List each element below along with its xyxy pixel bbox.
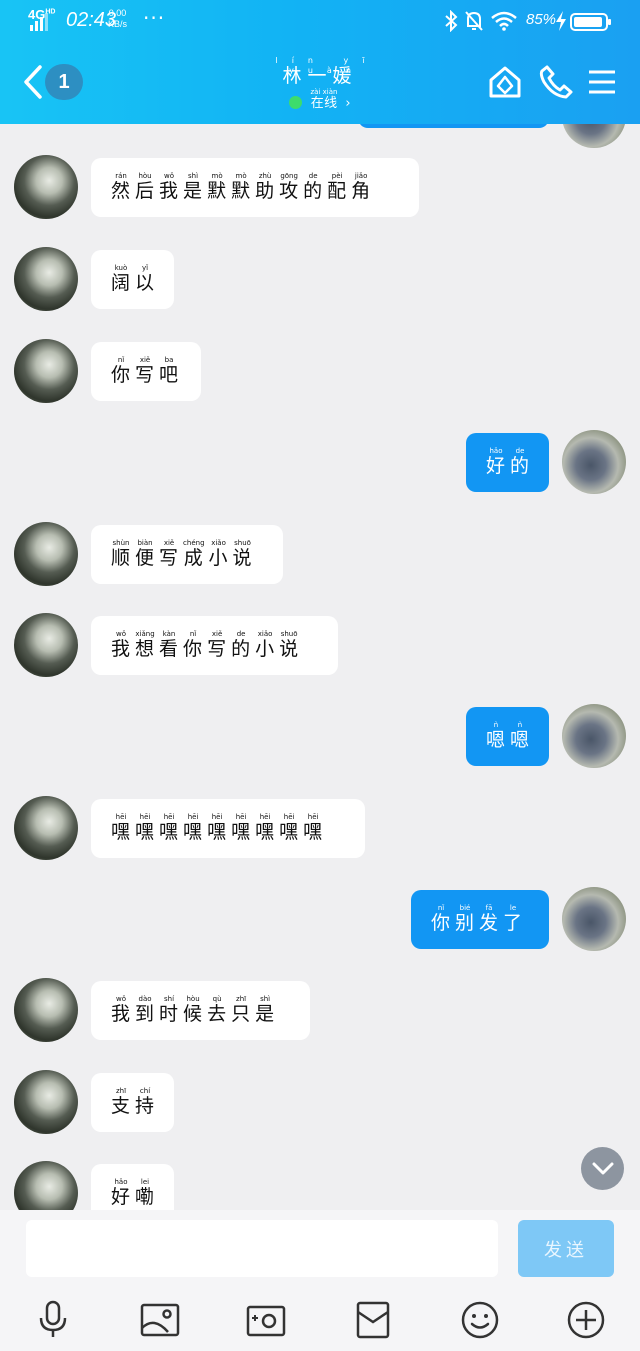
contact-avatar[interactable] bbox=[14, 522, 78, 586]
status-bar: 4GHD 02:43 0.00 KB/s ··· 85% bbox=[0, 0, 640, 40]
wifi-icon bbox=[491, 11, 517, 31]
message-text: 支zhī持chí bbox=[111, 1087, 156, 1117]
camera-button[interactable] bbox=[246, 1300, 286, 1340]
camera-icon bbox=[246, 1305, 286, 1337]
my-avatar[interactable] bbox=[562, 430, 626, 494]
battery-icon bbox=[570, 13, 611, 31]
contact-title[interactable]: lín yī yuàn 林一媛 在线zài xiàn › bbox=[250, 56, 390, 113]
scroll-to-bottom-button[interactable] bbox=[581, 1147, 624, 1190]
message-bubble[interactable]: 你nǐ写xiě吧ba bbox=[91, 342, 201, 401]
send-button[interactable]: 发送 bbox=[518, 1220, 614, 1277]
message-bubble[interactable]: 好hǎo嘞lei bbox=[91, 1164, 174, 1210]
emoji-button[interactable] bbox=[460, 1300, 500, 1340]
message-text: 好hǎo嘞lei bbox=[111, 1178, 156, 1208]
contact-avatar[interactable] bbox=[14, 1161, 78, 1210]
more-functions-button[interactable] bbox=[566, 1300, 606, 1340]
my-avatar[interactable] bbox=[562, 704, 626, 768]
network-type: 4GHD bbox=[28, 7, 56, 22]
message-text: 你nǐ写xiě吧ba bbox=[111, 356, 180, 386]
red-packet-icon bbox=[356, 1301, 390, 1339]
message-text: 好hǎo的de bbox=[486, 447, 531, 477]
smiley-icon bbox=[461, 1301, 499, 1339]
bluetooth-icon bbox=[445, 10, 458, 32]
message-list[interactable]: 然rán后hòu我wǒ是shì默mò默mò助zhù攻gōng的de配pèi角ji… bbox=[0, 124, 640, 1210]
contact-avatar[interactable] bbox=[14, 796, 78, 860]
message-text: 我wǒ想xiǎng看kàn你nǐ写xiě的de小xiǎo说shuō bbox=[111, 630, 300, 660]
message-bubble[interactable]: 支zhī持chí bbox=[91, 1073, 174, 1132]
contact-avatar[interactable] bbox=[14, 247, 78, 311]
message-bubble[interactable]: 然rán后hòu我wǒ是shì默mò默mò助zhù攻gōng的de配pèi角ji… bbox=[91, 158, 419, 217]
message-bubble[interactable]: 我wǒ到dào时shí候hòu去qù只zhī是shì bbox=[91, 981, 310, 1040]
network-speed: 0.00 KB/s bbox=[108, 8, 128, 29]
more-notifications-icon: ··· bbox=[143, 6, 166, 30]
phone-icon[interactable] bbox=[539, 64, 573, 100]
message-input[interactable] bbox=[26, 1220, 498, 1277]
contact-name: 林一媛 bbox=[282, 65, 358, 87]
contact-avatar[interactable] bbox=[14, 155, 78, 219]
previous-message-bubble[interactable] bbox=[358, 124, 549, 128]
battery-percent: 85% bbox=[526, 11, 557, 28]
chevron-right-icon: › bbox=[341, 96, 351, 111]
message-bubble[interactable]: 嗯ǹ嗯ǹ bbox=[466, 707, 549, 766]
contact-avatar[interactable] bbox=[14, 978, 78, 1042]
message-bubble[interactable]: 我wǒ想xiǎng看kàn你nǐ写xiě的de小xiǎo说shuō bbox=[91, 616, 338, 675]
message-bubble[interactable]: 嘿hēi嘿hēi嘿hēi嘿hēi嘿hēi嘿hēi嘿hēi嘿hēi嘿hēi bbox=[91, 799, 365, 858]
contact-avatar[interactable] bbox=[14, 1070, 78, 1134]
message-text: 阔kuò以yǐ bbox=[111, 264, 156, 294]
message-text: 你nǐ别bié发fā了le bbox=[431, 904, 524, 934]
chevron-down-icon bbox=[592, 1162, 613, 1174]
charging-icon bbox=[556, 11, 566, 31]
contact-avatar[interactable] bbox=[14, 339, 78, 403]
message-text: 我wǒ到dào时shí候hòu去qù只zhī是shì bbox=[111, 995, 276, 1025]
online-status[interactable]: 在线zài xiàn › bbox=[250, 88, 390, 113]
my-avatar[interactable] bbox=[562, 124, 626, 148]
microphone-icon bbox=[39, 1300, 67, 1337]
message-bubble[interactable]: 你nǐ别bié发fā了le bbox=[411, 890, 549, 949]
mute-bell-icon bbox=[465, 11, 483, 31]
image-icon bbox=[140, 1303, 180, 1337]
voice-button[interactable] bbox=[33, 1300, 73, 1340]
photo-button[interactable] bbox=[140, 1300, 180, 1340]
contact-avatar[interactable] bbox=[14, 613, 78, 677]
my-avatar[interactable] bbox=[562, 887, 626, 951]
red-packet-button[interactable] bbox=[353, 1300, 393, 1340]
message-bubble[interactable]: 阔kuò以yǐ bbox=[91, 250, 174, 309]
plus-circle-icon bbox=[567, 1301, 605, 1339]
message-text: 嘿hēi嘿hēi嘿hēi嘿hēi嘿hēi嘿hēi嘿hēi嘿hēi嘿hēi bbox=[111, 813, 324, 843]
qzone-house-icon[interactable] bbox=[487, 64, 523, 100]
message-bubble[interactable]: 顺shùn便biàn写xiě成chéng小xiǎo说shuō bbox=[91, 525, 283, 584]
message-text: 嗯ǹ嗯ǹ bbox=[486, 721, 531, 751]
message-bubble[interactable]: 好hǎo的de bbox=[466, 433, 549, 492]
unread-count-badge[interactable]: 1 bbox=[45, 64, 83, 100]
chat-header: 4GHD 02:43 0.00 KB/s ··· 85% 1 lín yī yu… bbox=[0, 0, 640, 124]
message-text: 顺shùn便biàn写xiě成chéng小xiǎo说shuō bbox=[111, 539, 253, 569]
input-area: 发送 bbox=[0, 1210, 640, 1351]
online-dot-icon bbox=[289, 96, 303, 109]
menu-icon[interactable] bbox=[588, 64, 616, 100]
message-text: 然rán后hòu我wǒ是shì默mò默mò助zhù攻gōng的de配pèi角ji… bbox=[111, 172, 372, 202]
